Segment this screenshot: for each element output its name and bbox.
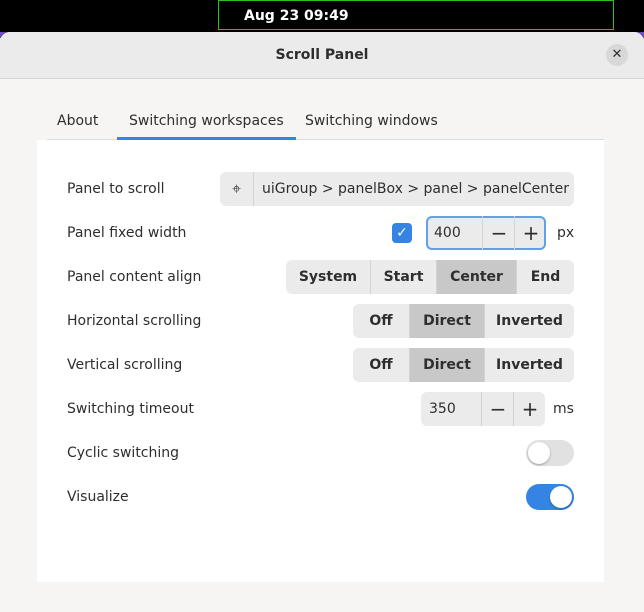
close-icon: ✕ [611,47,623,62]
vertical-scrolling-selector: Off Direct Inverted [353,348,574,382]
minus-icon: − [489,397,507,421]
preferences-dialog: Scroll Panel ✕ About Switching workspace… [0,32,644,612]
switching-timeout-unit: ms [553,401,574,417]
visualize-toggle[interactable] [526,484,574,510]
panel-width-spinbutton[interactable]: 400 − + [426,216,546,250]
row-horizontal-scrolling: Horizontal scrolling Off Direct Inverted [67,304,574,338]
toggle-knob [528,442,550,464]
horizontal-inverted-button[interactable]: Inverted [484,304,574,338]
switching-timeout-value[interactable]: 350 [429,392,456,426]
vertical-inverted-button[interactable]: Inverted [484,348,574,382]
tab-switching-windows[interactable]: Switching windows [305,113,438,129]
panel-width-decrement-button[interactable]: − [482,216,515,250]
switching-timeout-spinbutton[interactable]: 350 − + [421,392,545,426]
row-vertical-scrolling: Vertical scrolling Off Direct Inverted [67,348,574,382]
panel-content-align-selector: System Start Center End [286,260,574,294]
row-cyclic-switching: Cyclic switching [67,436,574,470]
timeout-decrement-button[interactable]: − [481,392,514,426]
panel-path-field[interactable]: ⌖ uiGroup > panelBox > panel > panelCent… [220,172,574,206]
panel-content-align-label: Panel content align [67,269,202,285]
align-system-button[interactable]: System [286,260,370,294]
header-bar: Scroll Panel ✕ [0,32,644,79]
cyclic-switching-label: Cyclic switching [67,445,180,461]
align-start-button[interactable]: Start [370,260,436,294]
timeout-increment-button[interactable]: + [513,392,546,426]
check-icon: ✓ [396,225,408,241]
tab-about[interactable]: About [57,113,98,129]
horizontal-scrolling-selector: Off Direct Inverted [353,304,574,338]
tab-switching-workspaces[interactable]: Switching workspaces [117,113,296,140]
tab-bar: About Switching workspaces Switching win… [47,79,604,140]
align-center-button[interactable]: Center [436,260,516,294]
crosshair-icon[interactable]: ⌖ [220,172,254,206]
panel-fixed-width-label: Panel fixed width [67,225,187,241]
row-panel-content-align: Panel content align System Start Center … [67,260,574,294]
visualize-label: Visualize [67,489,129,505]
plus-icon: + [522,221,540,245]
horizontal-scrolling-label: Horizontal scrolling [67,313,202,329]
horizontal-direct-button[interactable]: Direct [409,304,484,338]
row-visualize: Visualize [67,480,574,514]
clock[interactable]: Aug 23 09:49 [218,0,614,30]
row-panel-to-scroll: Panel to scroll ⌖ uiGroup > panelBox > p… [67,172,574,206]
panel-fixed-width-checkbox[interactable]: ✓ [392,223,412,243]
close-button[interactable]: ✕ [606,44,628,66]
vertical-scrolling-label: Vertical scrolling [67,357,183,373]
toggle-knob [550,486,572,508]
panel-width-increment-button[interactable]: + [514,216,547,250]
switching-timeout-label: Switching timeout [67,401,194,417]
dialog-body: About Switching workspaces Switching win… [0,79,644,612]
cyclic-switching-toggle[interactable] [526,440,574,466]
dialog-title: Scroll Panel [275,47,369,63]
panel-to-scroll-label: Panel to scroll [67,181,165,197]
align-end-button[interactable]: End [516,260,574,294]
panel-path-value[interactable]: uiGroup > panelBox > panel > panelCenter… [262,172,574,206]
horizontal-off-button[interactable]: Off [353,304,409,338]
panel-width-unit: px [557,225,575,241]
plus-icon: + [521,397,539,421]
row-switching-timeout: Switching timeout 350 − + ms [67,392,574,426]
settings-page: Panel to scroll ⌖ uiGroup > panelBox > p… [37,140,604,582]
panel-width-value[interactable]: 400 [434,216,461,250]
minus-icon: − [490,221,508,245]
vertical-direct-button[interactable]: Direct [409,348,484,382]
row-panel-fixed-width: Panel fixed width ✓ 400 − + px [67,216,574,250]
vertical-off-button[interactable]: Off [353,348,409,382]
top-bar: Aug 23 09:49 [0,0,644,32]
